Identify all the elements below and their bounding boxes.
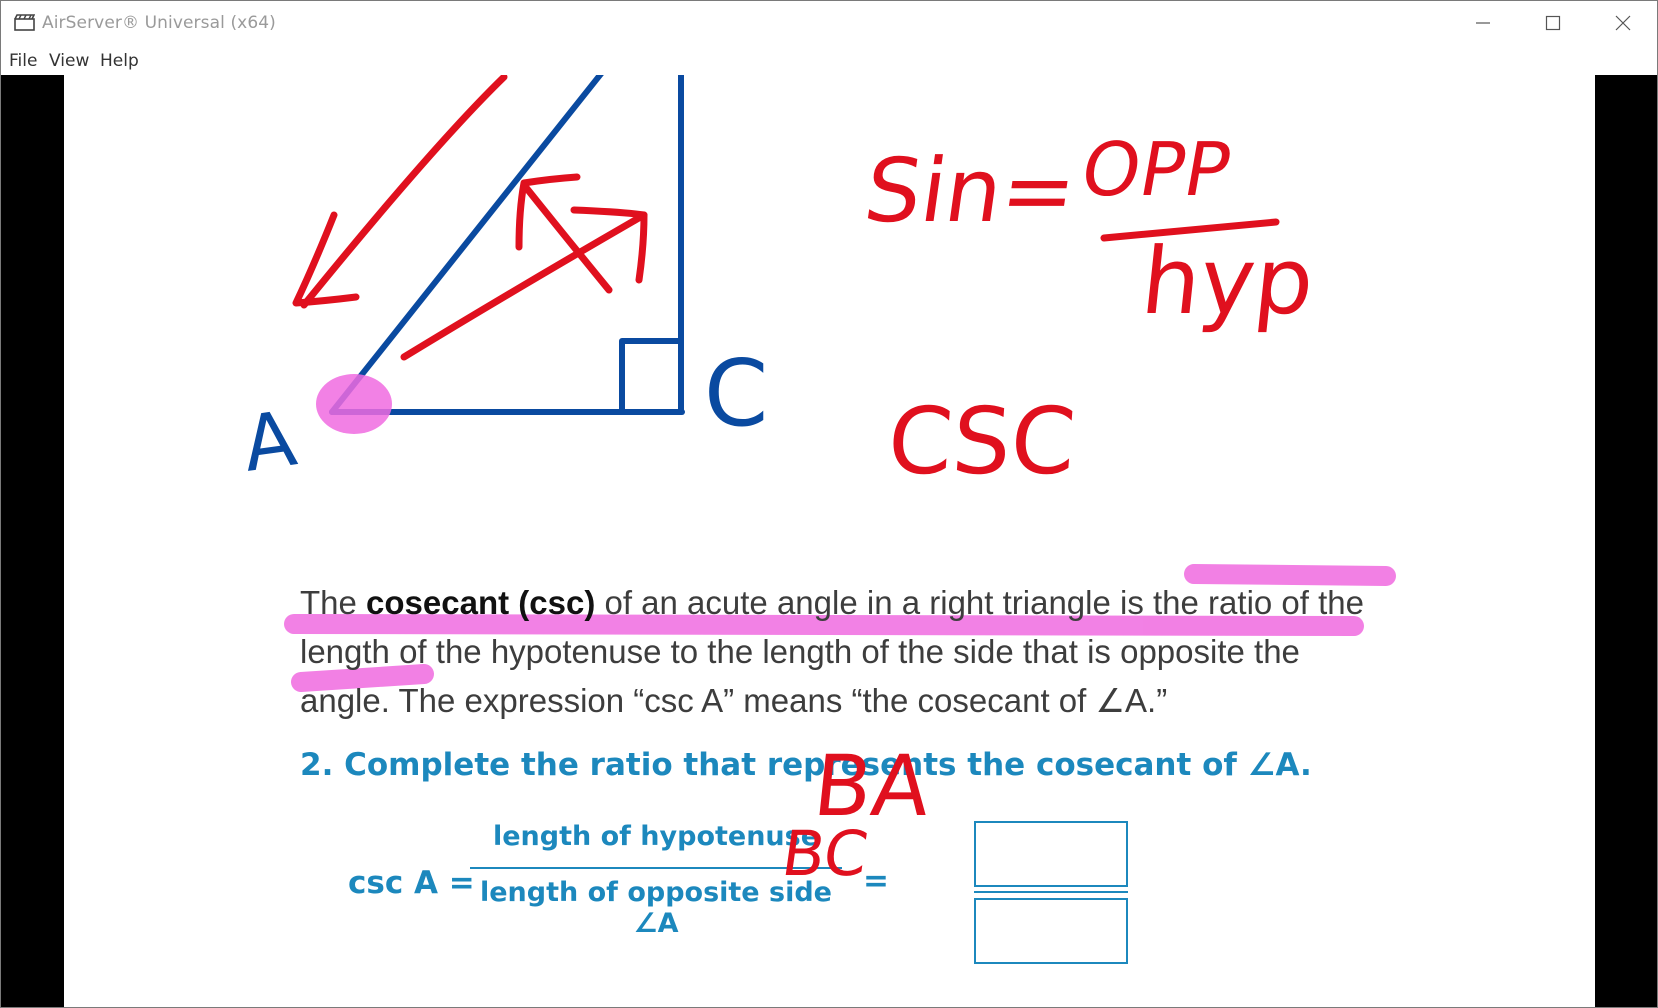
hypotenuse-line bbox=[329, 75, 604, 415]
mirrored-screen[interactable]: The cosecant (csc) of an acute angle in … bbox=[1, 75, 1657, 1007]
clapperboard-icon bbox=[14, 14, 35, 31]
sin-lhs: Sin= bbox=[859, 139, 1083, 241]
right-triangle bbox=[329, 75, 685, 415]
ink-drawing-layer: A C Sin= OPP hyp CSC BA BC bbox=[237, 75, 1319, 890]
right-angle-mark bbox=[619, 338, 683, 415]
menu-file[interactable]: File bbox=[9, 51, 37, 71]
maximize-icon bbox=[1545, 15, 1561, 31]
minimize-icon bbox=[1476, 22, 1490, 24]
sin-denominator: hyp bbox=[1137, 227, 1319, 335]
angle-a-highlight bbox=[316, 374, 392, 434]
close-icon bbox=[1615, 15, 1631, 31]
menu-bar: File View Help bbox=[1, 45, 1657, 75]
menu-help[interactable]: Help bbox=[100, 51, 139, 71]
minimize-button[interactable] bbox=[1448, 1, 1518, 45]
window-title: AirServer® Universal (x64) bbox=[42, 13, 276, 33]
close-button[interactable] bbox=[1588, 1, 1657, 45]
vertex-label-a: A bbox=[237, 393, 301, 488]
hypotenuse-arrow bbox=[300, 75, 508, 309]
maximize-button[interactable] bbox=[1518, 1, 1588, 45]
airserver-window: AirServer® Universal (x64) File View Hel… bbox=[0, 0, 1658, 1008]
worksheet-slide: The cosecant (csc) of an acute angle in … bbox=[64, 75, 1595, 1007]
vertex-label-c: C bbox=[704, 340, 768, 447]
hypotenuse-arrow-head bbox=[292, 211, 360, 307]
ink-handwriting: Sin= OPP hyp CSC BA BC bbox=[777, 127, 1319, 890]
csc-label: CSC bbox=[885, 388, 1079, 495]
answer-bottom-value: BC bbox=[777, 817, 872, 890]
menu-view[interactable]: View bbox=[49, 51, 89, 71]
ink-arrows bbox=[292, 75, 648, 361]
sin-numerator: OPP bbox=[1075, 127, 1238, 213]
title-bar[interactable]: AirServer® Universal (x64) bbox=[1, 1, 1657, 45]
